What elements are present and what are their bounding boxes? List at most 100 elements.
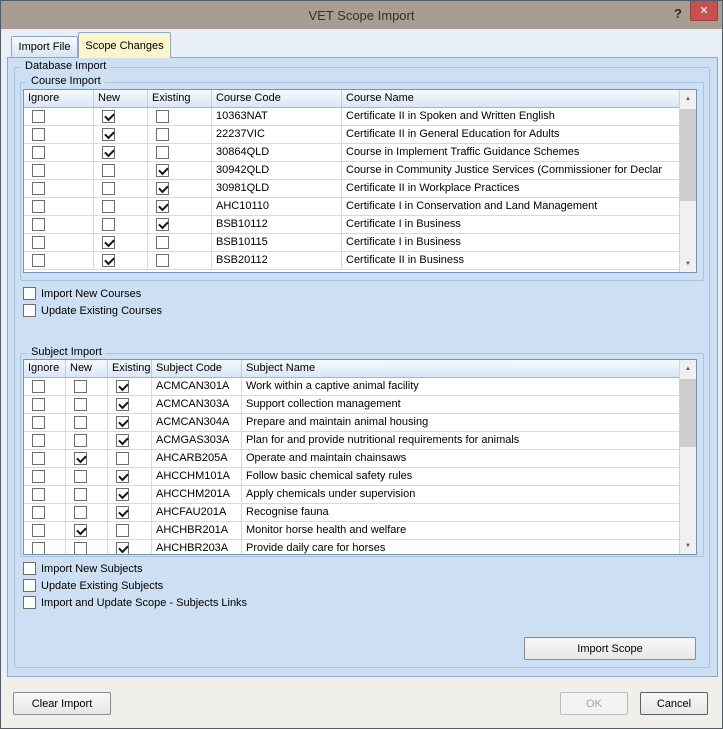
help-icon[interactable]: ? bbox=[674, 6, 682, 21]
checkbox-box[interactable] bbox=[23, 579, 36, 592]
table-row[interactable]: AHCARB205AOperate and maintain chainsaws bbox=[24, 450, 679, 468]
new-checkbox[interactable] bbox=[102, 182, 115, 195]
ignore-checkbox[interactable] bbox=[32, 398, 45, 411]
new-checkbox[interactable] bbox=[74, 542, 87, 554]
existing-checkbox[interactable] bbox=[116, 380, 129, 393]
new-checkbox[interactable] bbox=[74, 380, 87, 393]
column-header-new[interactable]: New bbox=[66, 360, 108, 377]
existing-checkbox[interactable] bbox=[156, 128, 169, 141]
ignore-checkbox[interactable] bbox=[32, 452, 45, 465]
checkbox-box[interactable] bbox=[23, 304, 36, 317]
existing-checkbox[interactable] bbox=[116, 470, 129, 483]
existing-checkbox[interactable] bbox=[116, 506, 129, 519]
existing-checkbox[interactable] bbox=[116, 452, 129, 465]
table-row[interactable]: BSB20112Certificate II in Business bbox=[24, 252, 679, 270]
clear-import-button[interactable]: Clear Import bbox=[13, 692, 111, 715]
ignore-checkbox[interactable] bbox=[32, 254, 45, 267]
ignore-checkbox[interactable] bbox=[32, 380, 45, 393]
existing-checkbox[interactable] bbox=[116, 398, 129, 411]
existing-checkbox[interactable] bbox=[156, 182, 169, 195]
column-header-subject-name[interactable]: Subject Name bbox=[242, 360, 679, 377]
ignore-checkbox[interactable] bbox=[32, 506, 45, 519]
ignore-checkbox[interactable] bbox=[32, 470, 45, 483]
subject-table-scrollbar[interactable]: ▲ ▼ bbox=[679, 360, 696, 554]
column-header-existing[interactable]: Existing bbox=[108, 360, 152, 377]
column-header-subject-code[interactable]: Subject Code bbox=[152, 360, 242, 377]
ignore-checkbox[interactable] bbox=[32, 182, 45, 195]
scroll-down-icon[interactable]: ▼ bbox=[680, 537, 696, 554]
new-checkbox[interactable] bbox=[74, 398, 87, 411]
new-checkbox[interactable] bbox=[102, 200, 115, 213]
table-row[interactable]: 10363NATCertificate II in Spoken and Wri… bbox=[24, 108, 679, 126]
ignore-checkbox[interactable] bbox=[32, 434, 45, 447]
existing-checkbox[interactable] bbox=[156, 236, 169, 249]
table-row[interactable]: ACMCAN304APrepare and maintain animal ho… bbox=[24, 414, 679, 432]
title-bar[interactable]: VET Scope Import ? ✕ bbox=[1, 1, 722, 29]
new-checkbox[interactable] bbox=[102, 128, 115, 141]
table-row[interactable]: AHCHBR201AMonitor horse health and welfa… bbox=[24, 522, 679, 540]
new-checkbox[interactable] bbox=[74, 470, 87, 483]
tab-scope-changes[interactable]: Scope Changes bbox=[78, 32, 171, 58]
new-checkbox[interactable] bbox=[74, 524, 87, 537]
existing-checkbox[interactable] bbox=[156, 218, 169, 231]
table-row[interactable]: BSB10112Certificate I in Business bbox=[24, 216, 679, 234]
checkbox-box[interactable] bbox=[23, 562, 36, 575]
cancel-button[interactable]: Cancel bbox=[640, 692, 708, 715]
new-checkbox[interactable] bbox=[74, 506, 87, 519]
table-row[interactable]: 30981QLDCertificate II in Workplace Prac… bbox=[24, 180, 679, 198]
existing-checkbox[interactable] bbox=[116, 488, 129, 501]
table-row[interactable]: 22237VICCertificate II in General Educat… bbox=[24, 126, 679, 144]
table-row[interactable]: AHCCHM101AFollow basic chemical safety r… bbox=[24, 468, 679, 486]
new-checkbox[interactable] bbox=[102, 146, 115, 159]
course-table-scrollbar[interactable]: ▲ ▼ bbox=[679, 90, 696, 272]
new-checkbox[interactable] bbox=[102, 110, 115, 123]
checkbox-import-and-update-scope-subjects-links[interactable]: Import and Update Scope - Subjects Links bbox=[23, 594, 247, 611]
existing-checkbox[interactable] bbox=[116, 434, 129, 447]
existing-checkbox[interactable] bbox=[116, 542, 129, 554]
column-header-course-name[interactable]: Course Name bbox=[342, 90, 679, 107]
column-header-ignore[interactable]: Ignore bbox=[24, 90, 94, 107]
new-checkbox[interactable] bbox=[74, 488, 87, 501]
new-checkbox[interactable] bbox=[102, 254, 115, 267]
checkbox-import-new-subjects[interactable]: Import New Subjects bbox=[23, 560, 247, 577]
ignore-checkbox[interactable] bbox=[32, 236, 45, 249]
new-checkbox[interactable] bbox=[74, 416, 87, 429]
column-header-new[interactable]: New bbox=[94, 90, 148, 107]
ignore-checkbox[interactable] bbox=[32, 110, 45, 123]
ok-button[interactable]: OK bbox=[560, 692, 628, 715]
table-row[interactable]: ACMCAN303ASupport collection management bbox=[24, 396, 679, 414]
close-icon[interactable]: ✕ bbox=[690, 1, 718, 21]
checkbox-update-existing-subjects[interactable]: Update Existing Subjects bbox=[23, 577, 247, 594]
ignore-checkbox[interactable] bbox=[32, 200, 45, 213]
ignore-checkbox[interactable] bbox=[32, 218, 45, 231]
new-checkbox[interactable] bbox=[102, 236, 115, 249]
column-header-course-code[interactable]: Course Code bbox=[212, 90, 342, 107]
table-row[interactable]: 30864QLDCourse in Implement Traffic Guid… bbox=[24, 144, 679, 162]
tab-import-file[interactable]: Import File bbox=[11, 36, 78, 57]
ignore-checkbox[interactable] bbox=[32, 146, 45, 159]
scroll-down-icon[interactable]: ▼ bbox=[680, 255, 696, 272]
column-header-ignore[interactable]: Ignore bbox=[24, 360, 66, 377]
existing-checkbox[interactable] bbox=[116, 416, 129, 429]
checkbox-box[interactable] bbox=[23, 596, 36, 609]
scrollbar-thumb[interactable] bbox=[680, 379, 696, 447]
table-row[interactable]: ACMCAN301AWork within a captive animal f… bbox=[24, 378, 679, 396]
existing-checkbox[interactable] bbox=[156, 110, 169, 123]
scroll-up-icon[interactable]: ▲ bbox=[680, 90, 696, 107]
ignore-checkbox[interactable] bbox=[32, 542, 45, 554]
table-row[interactable]: 30942QLDCourse in Community Justice Serv… bbox=[24, 162, 679, 180]
table-row[interactable]: BSB10115Certificate I in Business bbox=[24, 234, 679, 252]
ignore-checkbox[interactable] bbox=[32, 488, 45, 501]
ignore-checkbox[interactable] bbox=[32, 164, 45, 177]
scrollbar-thumb[interactable] bbox=[680, 109, 696, 201]
checkbox-import-new-courses[interactable]: Import New Courses bbox=[23, 285, 162, 302]
new-checkbox[interactable] bbox=[74, 452, 87, 465]
existing-checkbox[interactable] bbox=[156, 254, 169, 267]
table-row[interactable]: ACMGAS303APlan for and provide nutrition… bbox=[24, 432, 679, 450]
table-row[interactable]: AHC10110Certificate I in Conservation an… bbox=[24, 198, 679, 216]
new-checkbox[interactable] bbox=[74, 434, 87, 447]
ignore-checkbox[interactable] bbox=[32, 524, 45, 537]
import-scope-button[interactable]: Import Scope bbox=[524, 637, 696, 660]
existing-checkbox[interactable] bbox=[156, 146, 169, 159]
column-header-existing[interactable]: Existing bbox=[148, 90, 212, 107]
